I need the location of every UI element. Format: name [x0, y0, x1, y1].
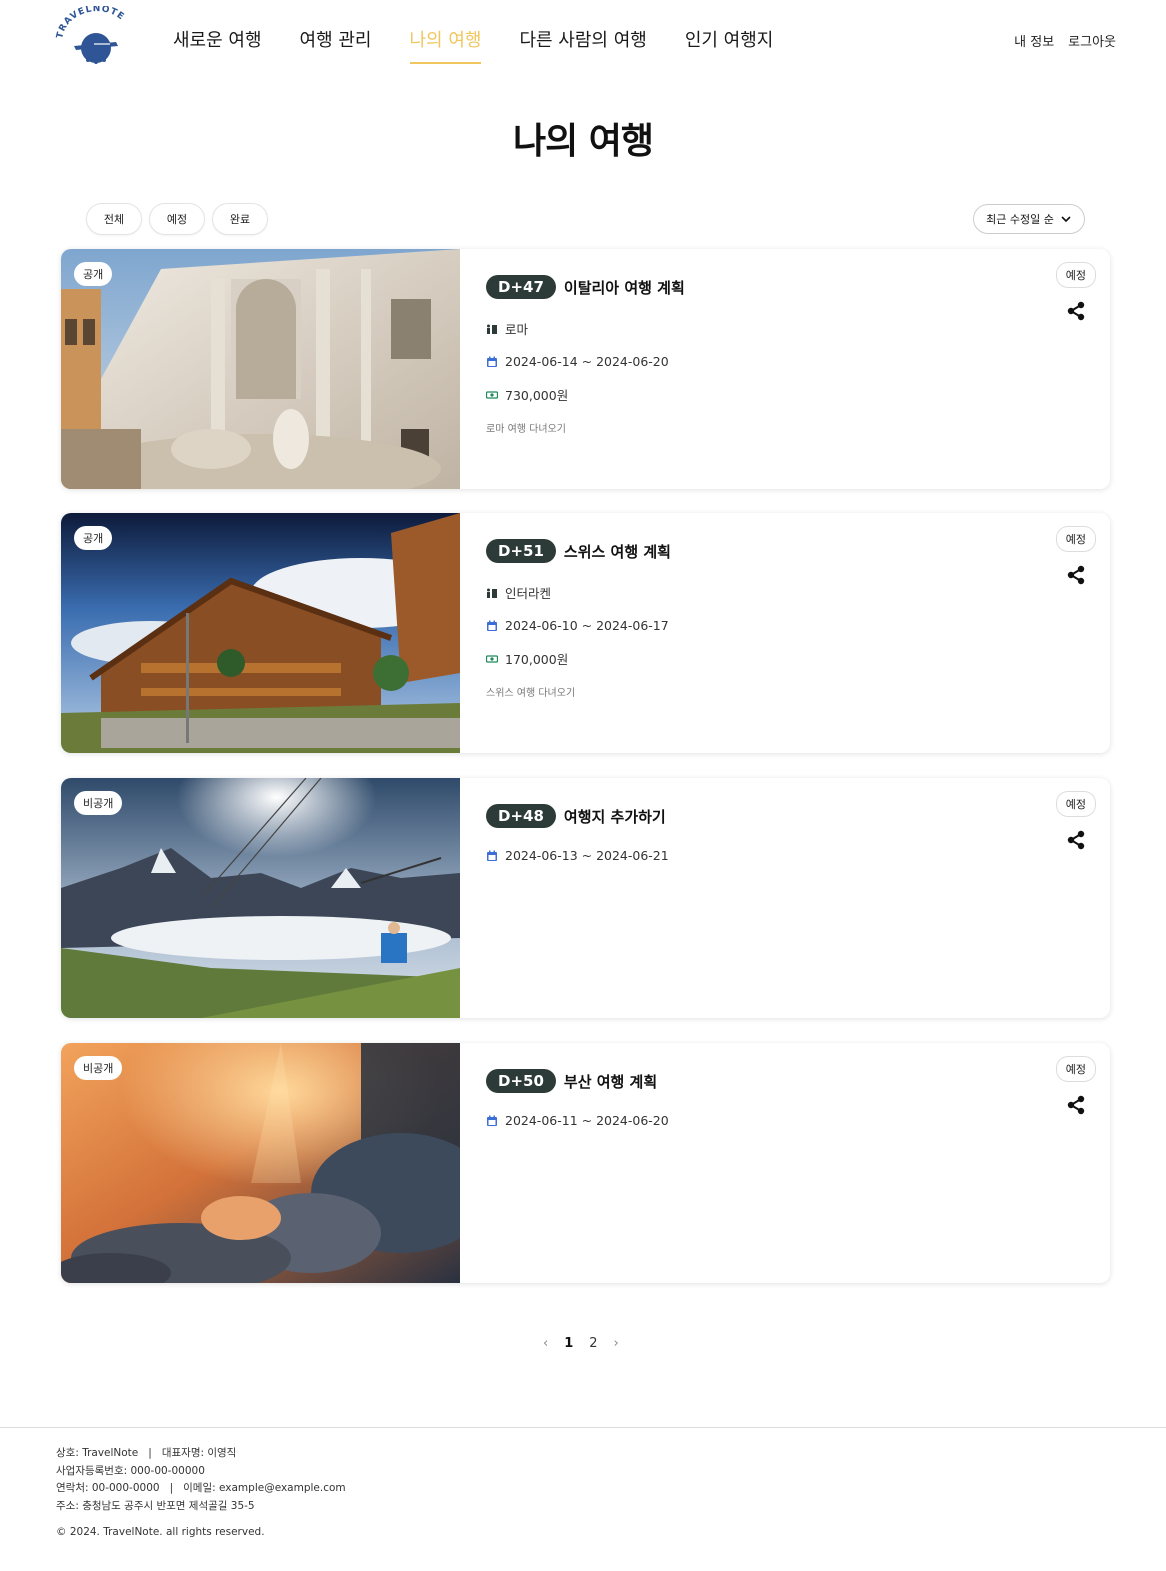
footer-email: 이메일: example@example.com [183, 1482, 346, 1494]
next-page-button[interactable]: › [614, 1336, 619, 1351]
share-icon[interactable] [1066, 301, 1086, 321]
calendar-icon [487, 850, 497, 861]
dday-badge: D+48 [486, 804, 556, 828]
trip-dates: 2024-06-11 ~ 2024-06-20 [505, 1113, 669, 1128]
logout-link[interactable]: 로그아웃 [1068, 31, 1116, 50]
status-badge: 예정 [1055, 791, 1096, 817]
visibility-badge: 공개 [74, 526, 113, 550]
calendar-icon [487, 356, 497, 367]
trip-card[interactable]: 비공개 D+50 부산 여행 계획 2024-06-11 ~ 2024-06-2… [61, 1043, 1110, 1283]
status-filters: 전체 예정 완료 [86, 203, 268, 235]
page-number-1[interactable]: 1 [564, 1336, 573, 1351]
dday-badge: D+47 [486, 275, 556, 299]
footer: 상호: TravelNote | 대표자명: 이영직 사업자등록번호: 000-… [0, 1427, 1166, 1571]
nav-trip-management[interactable]: 여행 관리 [300, 26, 372, 64]
filter-completed-button[interactable]: 완료 [212, 203, 268, 235]
status-badge: 예정 [1055, 262, 1096, 288]
trip-info: D+48 여행지 추가하기 2024-06-13 ~ 2024-06-21 [486, 804, 1110, 863]
user-links: 내 정보 로그아웃 [1014, 31, 1116, 50]
trip-image-swiss-chalet: 공개 [61, 513, 460, 753]
status-badge: 예정 [1055, 526, 1096, 552]
trip-title[interactable]: 이탈리아 여행 계획 [564, 277, 685, 298]
visibility-badge: 비공개 [74, 791, 123, 815]
main-nav: 새로운 여행 여행 관리 나의 여행 다른 사람의 여행 인기 여행지 [173, 26, 773, 64]
footer-phone: 연락처: 00-000-0000 [56, 1482, 160, 1494]
footer-address: 주소: 충청남도 공주시 반포면 제석골길 35-5 [56, 1499, 255, 1512]
map-pin-icon [487, 324, 497, 334]
logo-mark: TRAVELNOTE [55, 4, 125, 64]
trip-card[interactable]: 공개 D+47 이탈리아 여행 계획 로마 2024-06-14 ~ 2024-… [61, 249, 1110, 489]
footer-separator: | [148, 1447, 152, 1459]
trip-card[interactable]: 비공개 D+48 여행지 추가하기 2024-06-13 ~ 2024-06-2… [61, 778, 1110, 1018]
nav-others-trips[interactable]: 다른 사람의 여행 [519, 26, 646, 64]
trip-info: D+50 부산 여행 계획 2024-06-11 ~ 2024-06-20 [486, 1069, 1110, 1128]
trip-title[interactable]: 부산 여행 계획 [564, 1071, 657, 1092]
visibility-badge: 공개 [74, 262, 113, 286]
share-icon[interactable] [1066, 830, 1086, 850]
trip-card[interactable]: 공개 D+51 스위스 여행 계획 인터라켄 2024-06-10 ~ 2024… [61, 513, 1110, 753]
sort-label: 최근 수정일 순 [986, 213, 1054, 226]
sort-dropdown[interactable]: 최근 수정일 순 [973, 204, 1085, 234]
visibility-badge: 비공개 [74, 1056, 123, 1080]
trip-budget: 730,000원 [505, 388, 569, 403]
footer-company: 상호: TravelNote [56, 1447, 139, 1459]
trip-location: 인터라켄 [505, 586, 552, 601]
dday-badge: D+51 [486, 539, 556, 563]
filter-all-button[interactable]: 전체 [86, 203, 142, 235]
status-badge: 예정 [1055, 1056, 1096, 1082]
money-icon [486, 390, 498, 399]
share-icon[interactable] [1066, 1095, 1086, 1115]
trip-info: D+51 스위스 여행 계획 인터라켄 2024-06-10 ~ 2024-06… [486, 539, 1110, 699]
footer-ceo: 대표자명: 이영직 [161, 1447, 237, 1459]
pagination: ‹ 1 2 › [543, 1336, 619, 1351]
my-info-link[interactable]: 내 정보 [1014, 31, 1054, 50]
footer-business-no: 사업자등록번호: 000-00-00000 [56, 1464, 205, 1477]
prev-page-button[interactable]: ‹ [543, 1336, 548, 1351]
trip-location: 로마 [505, 322, 529, 337]
page-title: 나의 여행 [512, 121, 654, 162]
dday-badge: D+50 [486, 1069, 556, 1093]
trip-memo: 로마 여행 다녀오기 [486, 424, 566, 435]
logo[interactable]: TRAVELNOTE [54, 4, 138, 66]
calendar-icon [487, 620, 497, 631]
trip-dates: 2024-06-10 ~ 2024-06-17 [505, 618, 669, 633]
footer-info: 상호: TravelNote | 대표자명: 이영직 사업자등록번호: 000-… [56, 1445, 346, 1515]
trip-image-zipline-mountains: 비공개 [61, 778, 460, 1018]
map-pin-icon [487, 588, 497, 598]
nav-new-trip[interactable]: 새로운 여행 [173, 26, 262, 64]
trip-title[interactable]: 스위스 여행 계획 [564, 541, 671, 562]
footer-separator: | [169, 1482, 174, 1494]
nav-my-trips[interactable]: 나의 여행 [409, 26, 482, 64]
calendar-icon [487, 1115, 497, 1126]
nav-popular-destinations[interactable]: 인기 여행지 [685, 26, 774, 64]
footer-copyright: © 2024. TravelNote. all rights reserved. [56, 1526, 265, 1538]
chevron-down-icon [1061, 216, 1071, 223]
page-number-2[interactable]: 2 [589, 1336, 597, 1351]
trip-dates: 2024-06-13 ~ 2024-06-21 [505, 848, 669, 863]
header: TRAVELNOTE 새로운 여행 여행 관리 나의 여행 다른 사람의 여행 … [0, 0, 1166, 80]
trip-image-sunset-clouds: 비공개 [61, 1043, 460, 1283]
trip-budget: 170,000원 [505, 652, 569, 667]
trip-title[interactable]: 여행지 추가하기 [564, 806, 666, 827]
share-icon[interactable] [1066, 565, 1086, 585]
filter-planned-button[interactable]: 예정 [149, 203, 205, 235]
trip-dates: 2024-06-14 ~ 2024-06-20 [505, 354, 669, 369]
trip-info: D+47 이탈리아 여행 계획 로마 2024-06-14 ~ 2024-06-… [486, 275, 1110, 435]
trip-image-trevi-fountain: 공개 [61, 249, 460, 489]
trip-memo: 스위스 여행 다녀오기 [486, 688, 576, 699]
money-icon [486, 654, 498, 663]
